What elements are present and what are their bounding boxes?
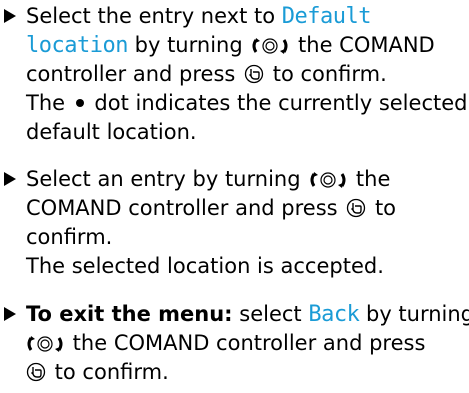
controller-press-icon — [346, 198, 366, 218]
step-1-line-3-text-a: controller and press — [26, 62, 243, 86]
display-text-back: Back — [308, 302, 360, 327]
step-3-line-3: to confirm. — [26, 358, 169, 386]
step-2-line-2: COMAND controller and press to — [26, 194, 396, 222]
controller-turn-icon — [26, 335, 64, 353]
step-2-line-1: Select an entry by turning the — [26, 165, 390, 193]
step-3-line-1-text-a: select — [232, 302, 309, 326]
step-1-line-3-text-b: to confirm. — [266, 62, 387, 86]
selection-dot-icon — [75, 99, 84, 107]
step-1-line-3: controller and press to confirm. — [26, 60, 387, 88]
step-1-line-2-text-b: the COMAND — [291, 33, 435, 57]
step-1-line-4-text-a: The — [26, 91, 72, 115]
step-2-line-4-text: The selected location is accepted. — [26, 254, 384, 278]
step-3-line-1: To exit the menu: select Back by turning — [26, 300, 469, 328]
step-2-line-4: The selected location is accepted. — [26, 252, 384, 280]
controller-press-icon — [244, 64, 264, 84]
display-text-default: Default — [281, 4, 372, 29]
step-1-line-1: Select the entry next to Default — [26, 2, 371, 30]
step-3-bold-heading: To exit the menu: — [26, 302, 233, 326]
step-1-line-2-text-a: by turning — [127, 33, 250, 57]
step-2-line-2-text-b: to — [368, 196, 397, 220]
step-3-line-3-text: to confirm. — [48, 360, 169, 384]
controller-press-icon — [26, 362, 46, 382]
triangle-bullet-icon — [4, 9, 16, 23]
step-1-line-5-text: default location. — [26, 120, 197, 144]
display-text-location: location — [26, 33, 128, 58]
step-1-line-2: location by turning the COMAND — [26, 31, 435, 59]
step-1-line-4: The dot indicates the currently selected — [26, 89, 467, 117]
step-2-line-3-text: confirm. — [26, 225, 113, 249]
step-1-line-4-text-b: dot indicates the currently selected — [87, 91, 468, 115]
step-2-line-1-text-b: the — [349, 167, 391, 191]
step-2-line-1-text-a: Select an entry by turning — [26, 167, 308, 191]
step-3-line-2-text: the COMAND controller and press — [66, 331, 426, 355]
step-1-line-5: default location. — [26, 118, 197, 146]
triangle-bullet-icon — [4, 172, 16, 186]
step-3-line-2: the COMAND controller and press — [26, 329, 425, 357]
step-2-line-2-text-a: COMAND controller and press — [26, 196, 345, 220]
step-3-line-1-text-b: by turning — [359, 302, 469, 326]
triangle-bullet-icon — [4, 307, 16, 321]
controller-turn-icon — [251, 37, 289, 55]
step-2-line-3: confirm. — [26, 223, 112, 251]
step-1-line-1-text: Select the entry next to — [26, 4, 282, 28]
controller-turn-icon — [309, 171, 347, 189]
